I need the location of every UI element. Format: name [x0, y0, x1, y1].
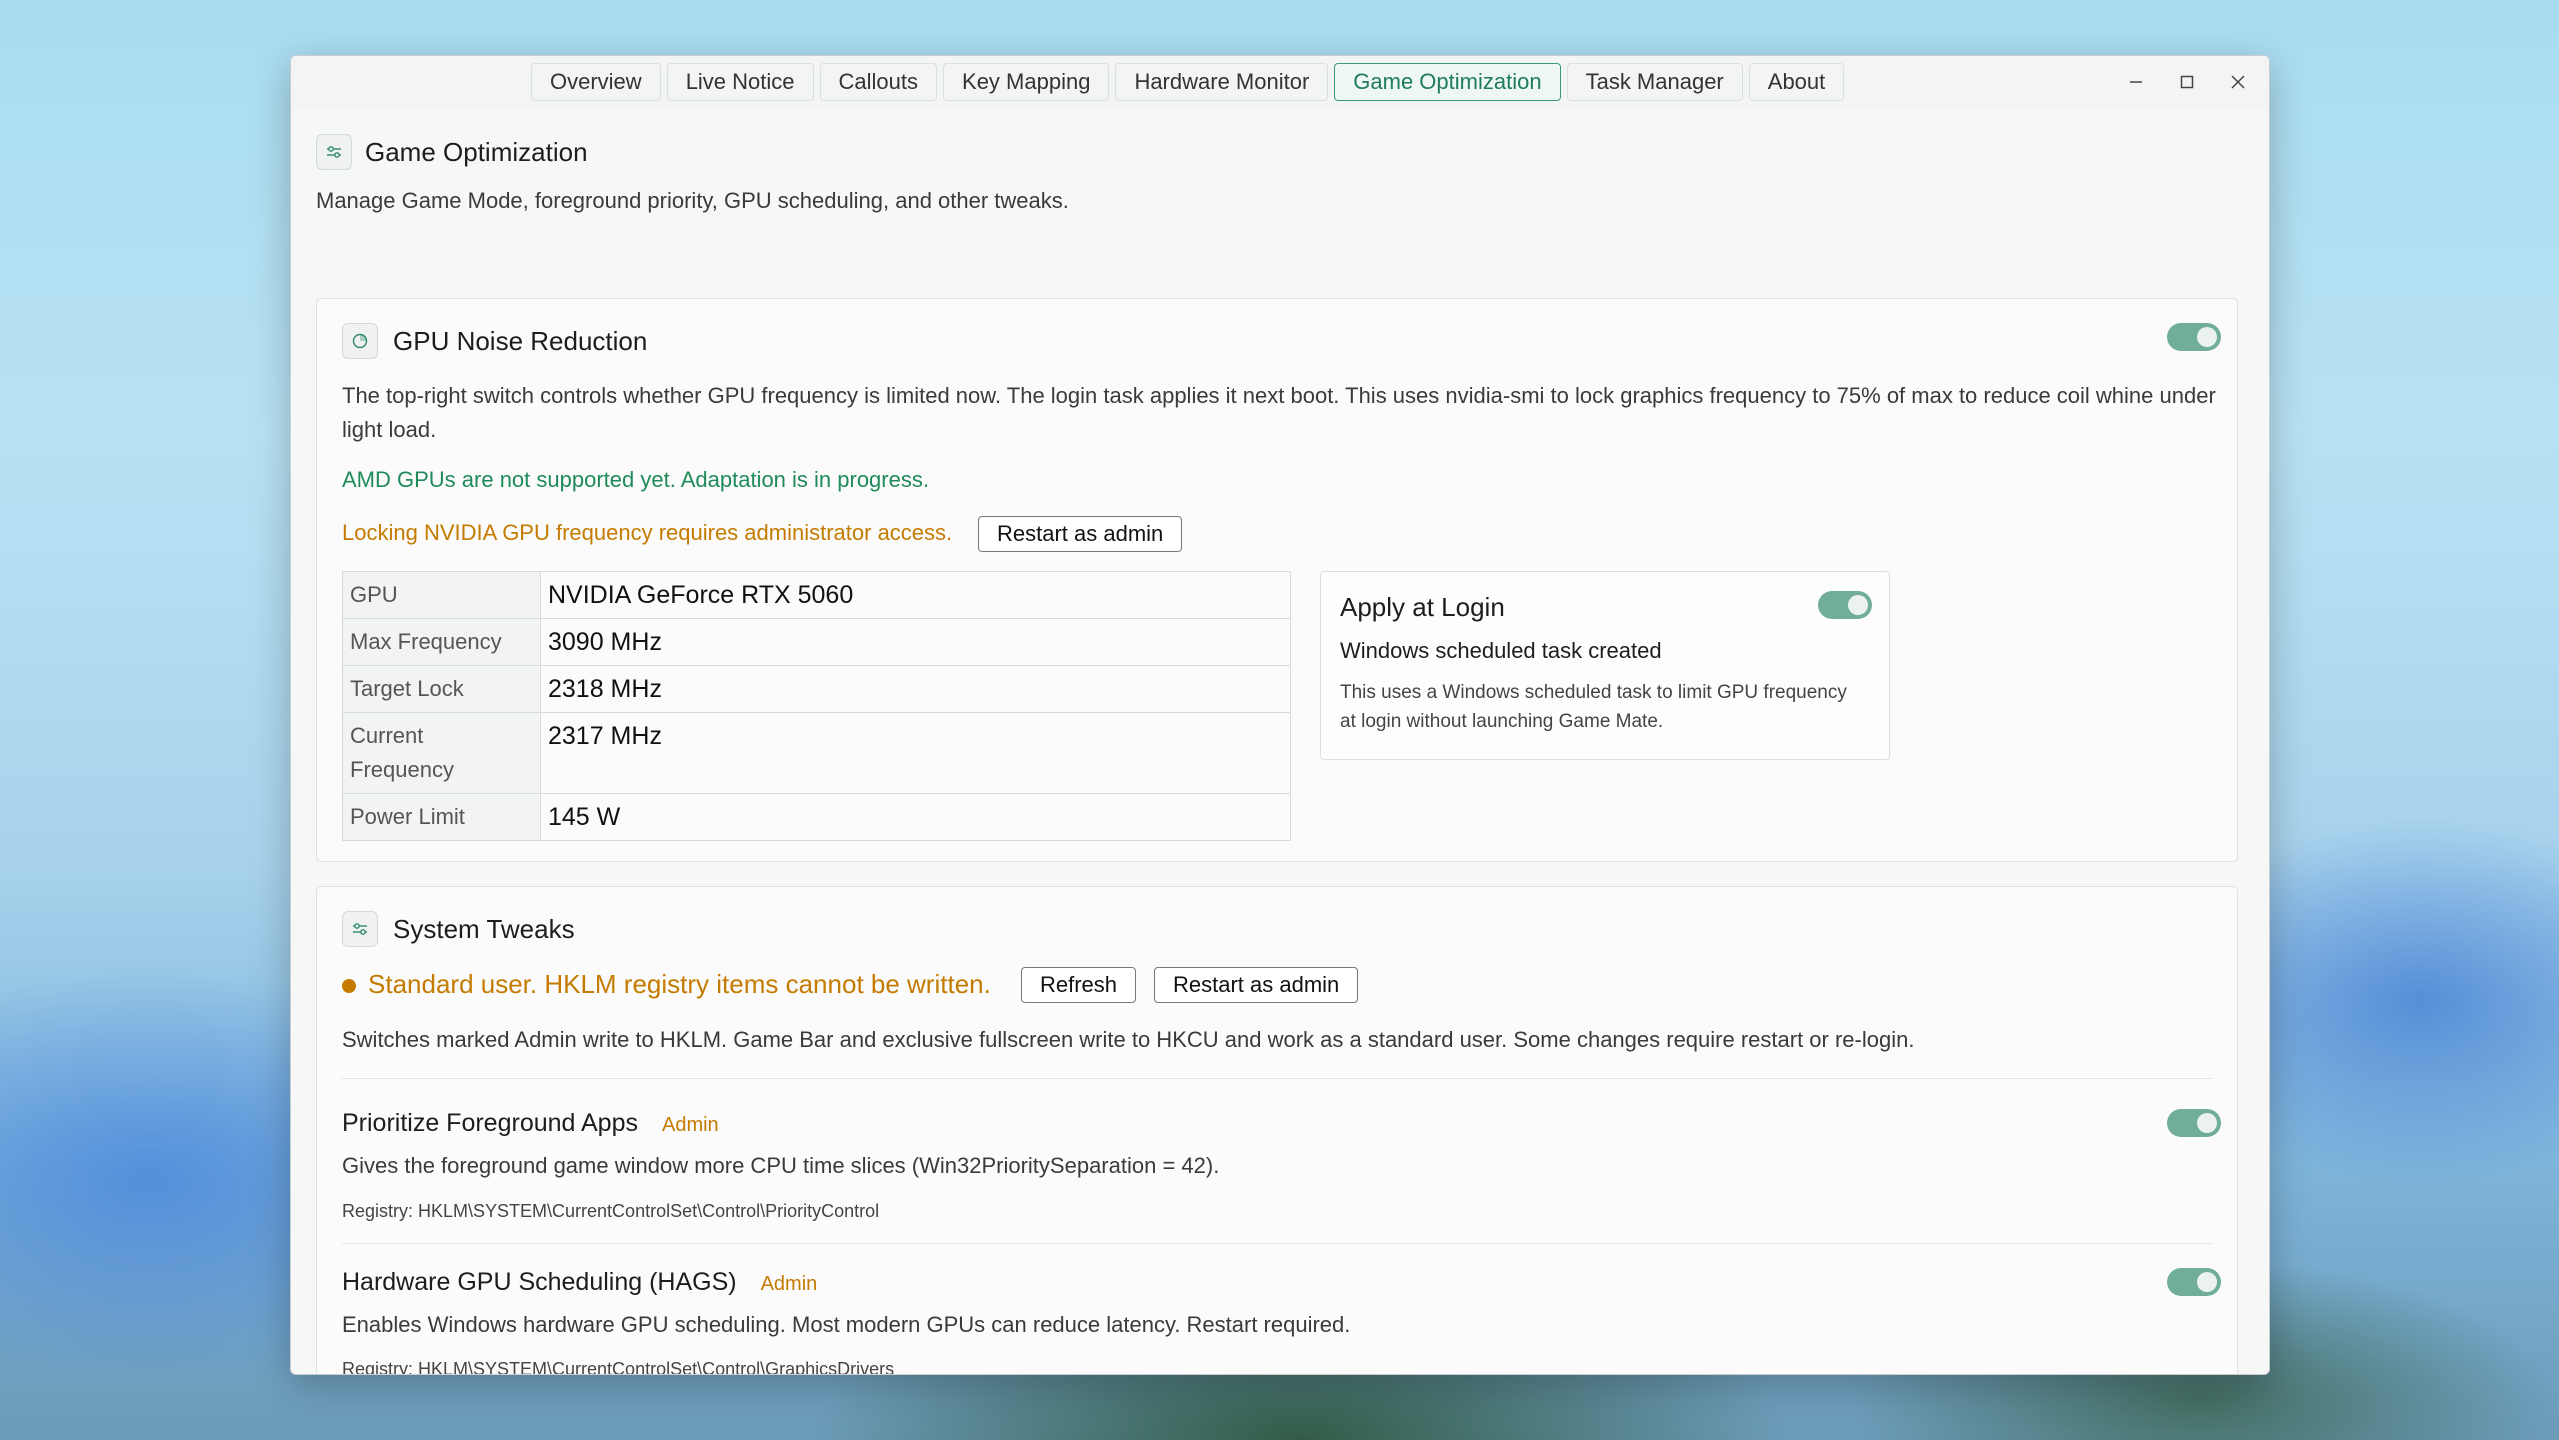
- tab-callouts[interactable]: Callouts: [819, 63, 938, 101]
- prioritize-foreground-title: Prioritize Foreground Apps Admin: [342, 1109, 719, 1138]
- hags-title: Hardware GPU Scheduling (HAGS) Admin: [342, 1268, 817, 1297]
- minimize-button[interactable]: [2110, 62, 2161, 102]
- restart-as-admin-button[interactable]: Restart as admin: [1154, 967, 1359, 1003]
- gpu-noise-description: The top-right switch controls whether GP…: [342, 383, 2216, 442]
- gpu-noise-toggle[interactable]: [2167, 323, 2221, 351]
- prioritize-foreground-description: Gives the foreground game window more CP…: [342, 1153, 1220, 1178]
- current-frequency-label: Current Frequency: [342, 712, 541, 794]
- admin-warning: Locking NVIDIA GPU frequency requires ad…: [342, 520, 953, 545]
- hags-label: Hardware GPU Scheduling (HAGS): [342, 1268, 737, 1296]
- gpu-noise-title: GPU Noise Reduction: [393, 325, 648, 356]
- gauge-icon: [342, 323, 378, 359]
- system-tweaks-header: System Tweaks: [342, 911, 575, 947]
- status-dot-icon: [342, 979, 356, 994]
- tab-hardware-monitor[interactable]: Hardware Monitor: [1115, 63, 1329, 101]
- minimize-icon: [2129, 81, 2142, 83]
- max-frequency-value: 3090 MHz: [540, 618, 1291, 666]
- apply-at-login-description: This uses a Windows scheduled task to li…: [1340, 682, 1847, 732]
- amd-notice: AMD GPUs are not supported yet. Adaptati…: [342, 467, 929, 492]
- window-controls: [2110, 62, 2263, 102]
- tab-bar: Overview Live Notice Callouts Key Mappin…: [531, 63, 1845, 101]
- divider: [342, 1078, 2212, 1079]
- tab-overview[interactable]: Overview: [531, 63, 661, 101]
- restart-as-admin-button[interactable]: Restart as admin: [978, 516, 1183, 552]
- gpu-info-table: GPU NVIDIA GeForce RTX 5060 Max Frequenc…: [342, 571, 1291, 841]
- apply-at-login-card: Apply at Login Windows scheduled task cr…: [1320, 571, 1890, 760]
- privilege-status: Standard user. HKLM registry items canno…: [342, 967, 991, 1001]
- close-button[interactable]: [2212, 62, 2263, 102]
- tab-game-optimization[interactable]: Game Optimization: [1334, 63, 1561, 101]
- page-header: Game Optimization: [316, 134, 588, 170]
- gpu-noise-header: GPU Noise Reduction: [342, 323, 647, 359]
- prioritize-foreground-label: Prioritize Foreground Apps: [342, 1109, 638, 1137]
- power-limit-value: 145 W: [540, 793, 1291, 841]
- target-lock-value: 2318 MHz: [540, 665, 1291, 713]
- apply-at-login-status: Windows scheduled task created: [1340, 638, 1662, 663]
- tab-live-notice[interactable]: Live Notice: [666, 63, 814, 101]
- prioritize-foreground-toggle[interactable]: [2167, 1109, 2221, 1137]
- table-row: Target Lock 2318 MHz: [342, 665, 1291, 713]
- gpu-label: GPU: [342, 571, 541, 619]
- title-bar: Overview Live Notice Callouts Key Mappin…: [291, 56, 2269, 110]
- admin-badge: Admin: [661, 1114, 719, 1136]
- app-window: Overview Live Notice Callouts Key Mappin…: [290, 55, 2270, 1375]
- close-icon: [2230, 75, 2245, 89]
- max-frequency-label: Max Frequency: [342, 618, 541, 666]
- table-row: GPU NVIDIA GeForce RTX 5060: [342, 571, 1291, 619]
- power-limit-label: Power Limit: [342, 793, 541, 841]
- divider: [342, 1243, 2212, 1244]
- target-lock-label: Target Lock: [342, 665, 541, 713]
- table-row: Power Limit 145 W: [342, 793, 1291, 841]
- admin-badge: Admin: [760, 1273, 818, 1295]
- current-frequency-value: 2317 MHz: [540, 712, 1291, 794]
- hags-registry: Registry: HKLM\SYSTEM\CurrentControlSet\…: [342, 1359, 895, 1375]
- privilege-status-text: Standard user. HKLM registry items canno…: [368, 969, 991, 999]
- sliders-icon: [342, 911, 378, 947]
- apply-at-login-toggle[interactable]: [1818, 591, 1872, 619]
- table-row: Max Frequency 3090 MHz: [342, 618, 1291, 666]
- table-row: Current Frequency 2317 MHz: [342, 712, 1291, 794]
- refresh-button[interactable]: Refresh: [1021, 967, 1137, 1003]
- sliders-icon: [316, 134, 352, 170]
- apply-at-login-title: Apply at Login: [1340, 592, 1505, 622]
- maximize-icon: [2180, 75, 2193, 89]
- hags-toggle[interactable]: [2167, 1268, 2221, 1296]
- maximize-button[interactable]: [2161, 62, 2212, 102]
- system-tweaks-card: System Tweaks Standard user. HKLM regist…: [316, 886, 2238, 1375]
- hags-description: Enables Windows hardware GPU scheduling.…: [342, 1312, 1351, 1337]
- gpu-noise-card: GPU Noise Reduction The top-right switch…: [316, 298, 2238, 862]
- page-title: Game Optimization: [365, 136, 588, 167]
- prioritize-foreground-registry: Registry: HKLM\SYSTEM\CurrentControlSet\…: [342, 1201, 880, 1221]
- system-tweaks-title: System Tweaks: [393, 913, 575, 944]
- page-content: Game Optimization Manage Game Mode, fore…: [291, 110, 2269, 1374]
- tab-key-mapping[interactable]: Key Mapping: [943, 63, 1110, 101]
- gpu-value: NVIDIA GeForce RTX 5060: [540, 571, 1291, 619]
- page-subtitle: Manage Game Mode, foreground priority, G…: [316, 188, 1069, 213]
- system-tweaks-description: Switches marked Admin write to HKLM. Gam…: [342, 1027, 1915, 1052]
- tab-about[interactable]: About: [1748, 63, 1845, 101]
- tab-task-manager[interactable]: Task Manager: [1566, 63, 1743, 101]
